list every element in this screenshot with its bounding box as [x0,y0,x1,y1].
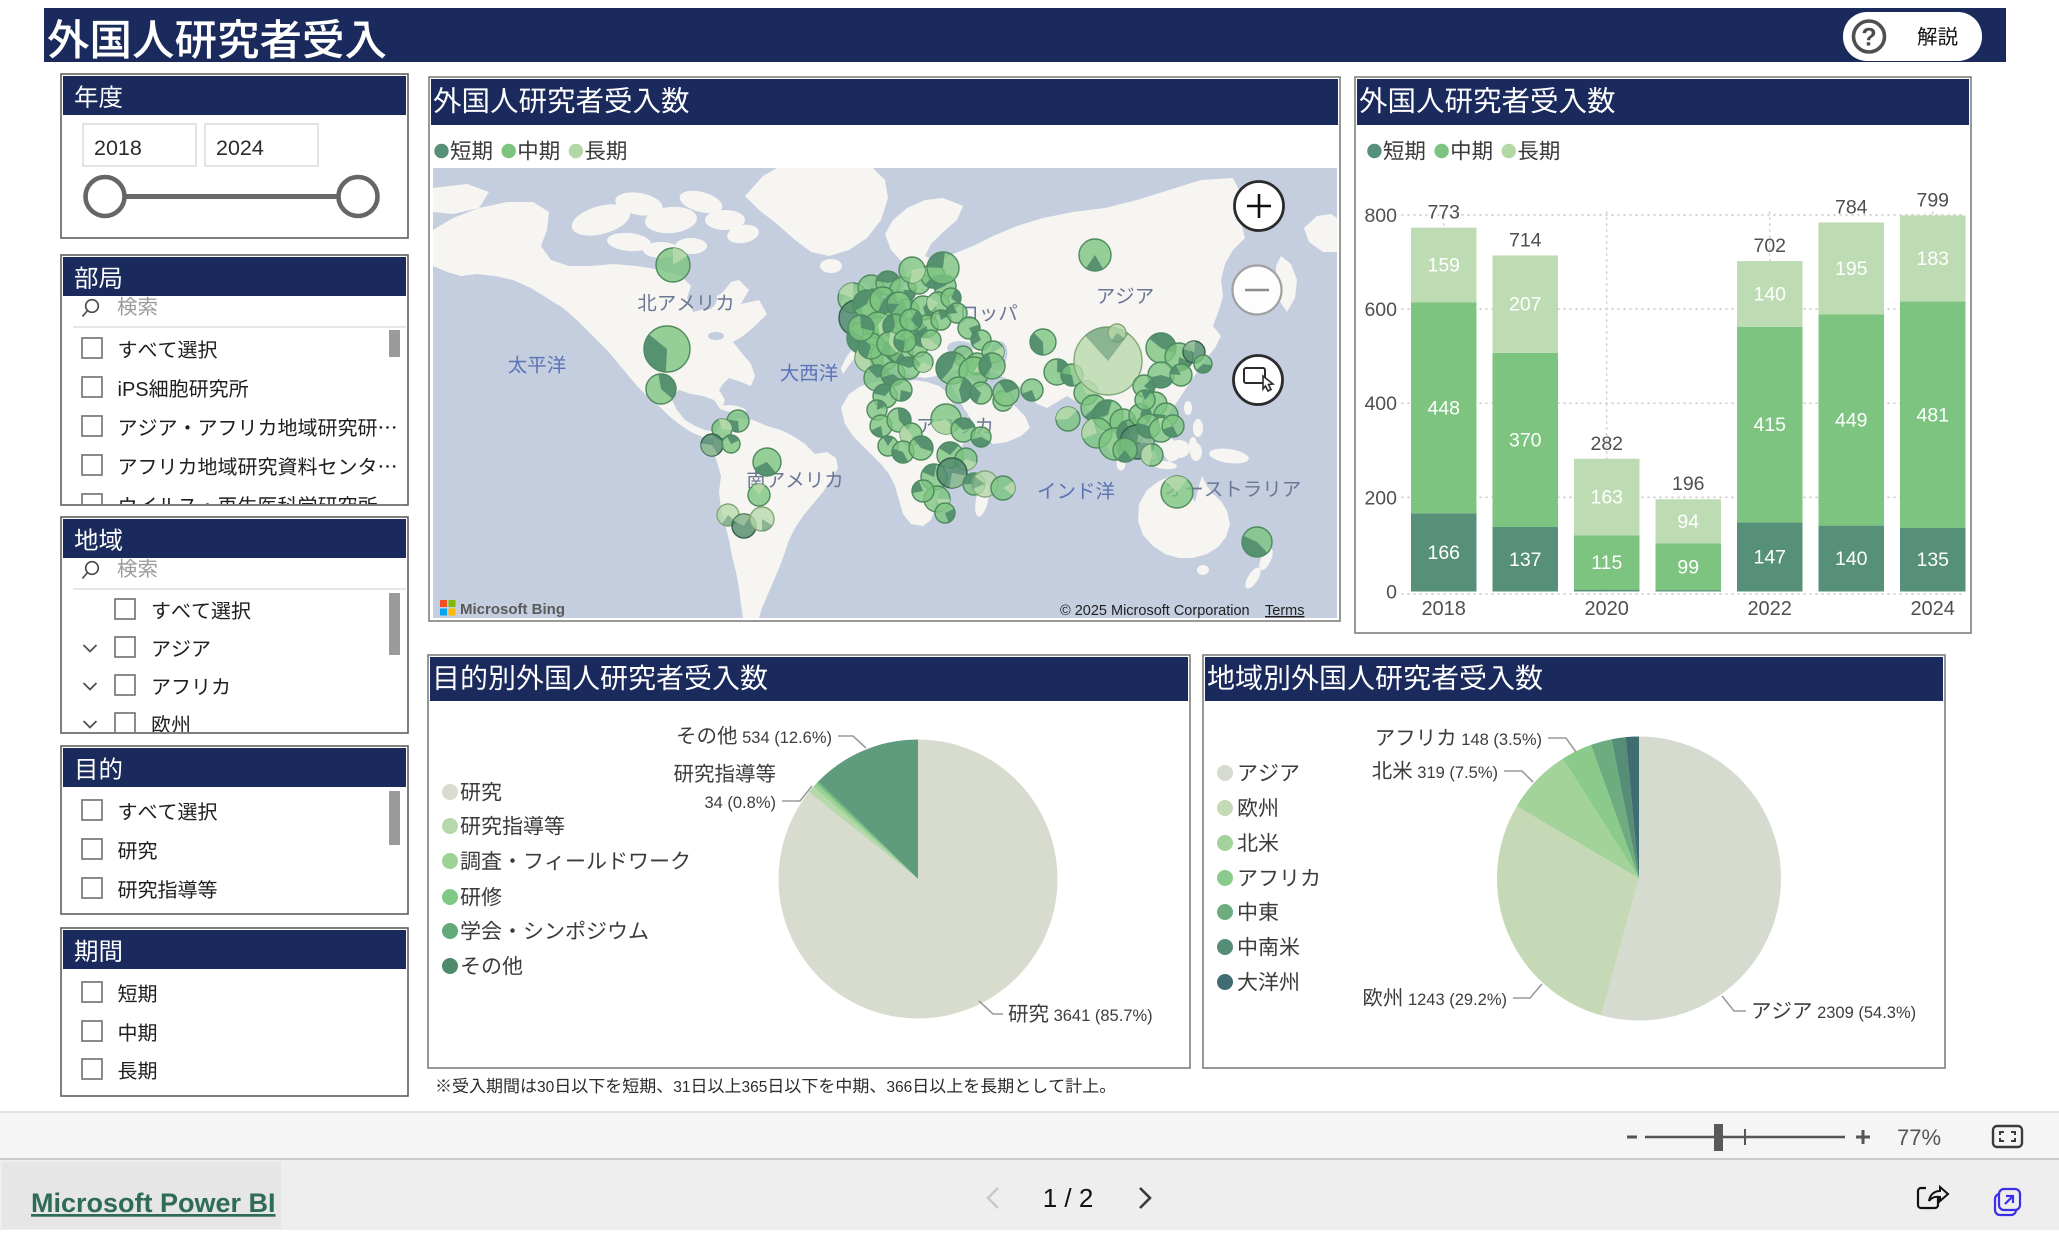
svg-text:400: 400 [1364,393,1397,415]
svg-text:99: 99 [1677,556,1699,578]
svg-text:148 (3.5%): 148 (3.5%) [1461,731,1542,749]
svg-text:481: 481 [1916,404,1949,426]
svg-text:366: 366 [886,1079,912,1096]
svg-text:196: 196 [1672,473,1705,495]
svg-text:2018: 2018 [1421,598,1466,620]
svg-text:135: 135 [1916,549,1949,571]
svg-text:448: 448 [1427,397,1460,419]
svg-text:Terms: Terms [1265,603,1304,619]
svg-text:34 (0.8%): 34 (0.8%) [704,794,776,812]
svg-text:2024: 2024 [1910,598,1955,620]
svg-text:600: 600 [1364,299,1397,321]
svg-text:© 2025 Microsoft Corporation: © 2025 Microsoft Corporation [1060,603,1250,619]
svg-text:159: 159 [1427,255,1460,277]
svg-text:195: 195 [1835,258,1868,280]
svg-text:282: 282 [1590,433,1623,455]
svg-text:2018: 2018 [94,136,142,160]
svg-text:iPS: iPS [118,379,149,401]
svg-text:207: 207 [1509,294,1542,316]
svg-text:147: 147 [1753,546,1786,568]
svg-text:94: 94 [1677,511,1699,533]
svg-text:3641 (85.7%): 3641 (85.7%) [1054,1007,1153,1025]
svg-text:800: 800 [1364,205,1397,227]
svg-text:449: 449 [1835,409,1868,431]
svg-text:2024: 2024 [216,136,264,160]
svg-text:?: ? [1861,24,1876,52]
svg-text:0: 0 [1386,582,1397,604]
svg-text:183: 183 [1916,248,1949,270]
svg-text:140: 140 [1753,284,1786,306]
svg-text:2309 (54.3%): 2309 (54.3%) [1817,1004,1916,1022]
svg-text:784: 784 [1835,196,1868,218]
svg-text:702: 702 [1753,235,1786,257]
svg-text:2020: 2020 [1584,598,1629,620]
svg-text:319 (7.5%): 319 (7.5%) [1417,764,1498,782]
svg-text:Microsoft Power BI: Microsoft Power BI [31,1188,276,1218]
svg-text:1 / 2: 1 / 2 [1043,1183,1094,1213]
svg-text:166: 166 [1427,542,1460,564]
svg-text:140: 140 [1835,548,1868,570]
svg-text:365: 365 [741,1079,767,1096]
svg-text:714: 714 [1509,229,1542,251]
svg-text:415: 415 [1753,414,1786,436]
svg-text:2022: 2022 [1747,598,1792,620]
svg-text:370: 370 [1509,429,1542,451]
svg-text:77%: 77% [1897,1125,1941,1150]
svg-text:773: 773 [1427,202,1460,224]
svg-text:31: 31 [673,1079,690,1096]
svg-text:163: 163 [1590,487,1623,509]
svg-text:1243 (29.2%): 1243 (29.2%) [1408,991,1507,1009]
svg-text:137: 137 [1509,549,1542,571]
svg-text:534 (12.6%): 534 (12.6%) [742,729,832,747]
svg-text:799: 799 [1916,189,1949,211]
svg-text:115: 115 [1591,552,1622,574]
svg-text:200: 200 [1364,487,1397,509]
svg-text:30: 30 [537,1079,555,1096]
svg-text:Microsoft Bing: Microsoft Bing [460,601,565,618]
